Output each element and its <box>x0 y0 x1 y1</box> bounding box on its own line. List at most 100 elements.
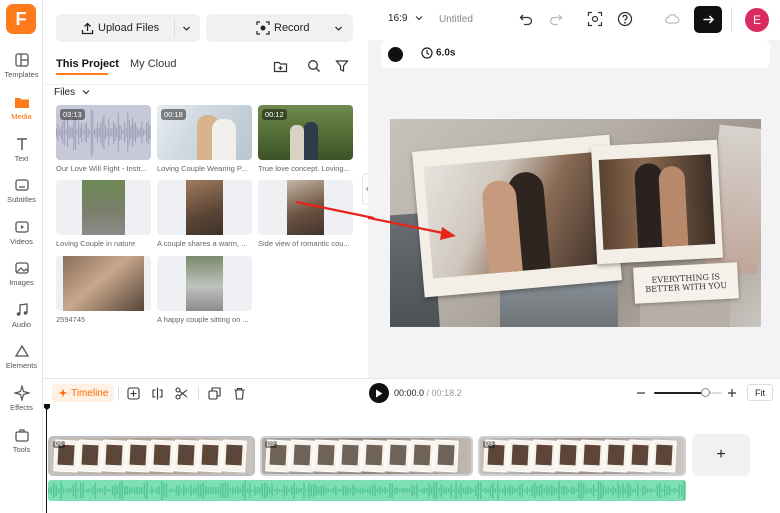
media-caption: 2594745 <box>56 315 86 324</box>
files-label: Files <box>54 87 76 98</box>
clip-frame <box>337 439 363 473</box>
rail-label: Text <box>14 154 29 163</box>
clip-frame <box>603 439 629 473</box>
search-button[interactable] <box>302 54 326 78</box>
timeline-tab[interactable]: Timeline <box>52 384 115 402</box>
rail-item-text[interactable]: Text <box>0 136 43 163</box>
clip-frame <box>221 439 247 473</box>
split-icon[interactable] <box>151 387 164 400</box>
clip-frame <box>409 439 435 473</box>
rail-item-media[interactable]: Media <box>0 94 43 121</box>
files-folder-toggle[interactable]: Files <box>54 87 90 98</box>
undo-icon[interactable] <box>519 12 533 26</box>
zoom-slider-handle[interactable] <box>700 388 710 397</box>
annotation-arrow-tail <box>295 200 374 220</box>
clip-frame <box>627 439 653 473</box>
zoom-out-icon[interactable] <box>635 387 647 399</box>
clip-frame <box>125 439 151 473</box>
rail-label: Images <box>9 278 34 287</box>
timeline-clip[interactable]: 03 <box>478 436 686 476</box>
media-thumbnail-video[interactable]: 00:12 <box>258 105 353 160</box>
timeline-tab-label: Timeline <box>71 387 109 399</box>
add-track-icon[interactable] <box>127 387 140 400</box>
chevron-down-icon[interactable] <box>182 24 191 33</box>
arrow-right-icon <box>703 15 714 24</box>
duration-badge: 03:13 <box>60 109 85 120</box>
rail-item-tools[interactable]: Tools <box>0 427 43 454</box>
tab-this-project[interactable]: This Project <box>56 58 119 70</box>
duration-badge: 00:18 <box>161 109 186 120</box>
templates-icon <box>14 53 29 67</box>
cloud-icon[interactable] <box>664 12 680 26</box>
chevron-down-icon[interactable] <box>334 24 343 33</box>
record-icon <box>256 21 270 35</box>
duplicate-icon[interactable] <box>208 387 221 400</box>
timeline-clip[interactable]: 01 <box>48 436 255 476</box>
zoom-slider-fill <box>654 392 705 394</box>
timeline-clip[interactable]: 02 <box>260 436 473 476</box>
app-logo[interactable]: F <box>6 4 36 34</box>
media-caption: True love concept. Loving... <box>258 164 350 173</box>
playhead-line <box>46 409 47 513</box>
rail-item-videos[interactable]: Videos <box>0 219 43 246</box>
clip-frame <box>77 439 103 473</box>
tools-icon <box>14 429 29 442</box>
media-thumbnail-video[interactable]: 00:18 <box>157 105 252 160</box>
export-button[interactable] <box>694 6 722 33</box>
media-caption: Loving Couple Wearing P... <box>157 164 248 173</box>
delete-icon[interactable] <box>233 387 246 400</box>
images-icon <box>14 262 29 274</box>
aspect-ratio-select[interactable]: 16:9 <box>388 13 423 24</box>
subtitles-icon <box>14 179 29 191</box>
upload-icon <box>81 22 94 34</box>
audio-track[interactable] <box>48 480 686 501</box>
fit-button[interactable]: Fit <box>747 384 773 401</box>
rail-item-elements[interactable]: Elements <box>0 343 43 370</box>
help-icon[interactable] <box>617 11 633 27</box>
scissors-icon[interactable] <box>175 387 188 400</box>
rail-label: Tools <box>12 445 31 454</box>
tab-my-cloud[interactable]: My Cloud <box>130 58 176 70</box>
upload-files-button[interactable]: Upload Files <box>56 14 200 42</box>
rail-item-images[interactable]: Images <box>0 260 43 287</box>
media-caption: Side view of romantic cou... <box>258 239 350 248</box>
clip-frame <box>149 439 175 473</box>
rail-item-subtitles[interactable]: Subtitles <box>0 177 43 204</box>
project-title[interactable]: Untitled <box>439 14 473 25</box>
timecode: 00:00.0 / 00:18.2 <box>394 388 462 398</box>
media-thumbnail-image[interactable] <box>56 180 151 235</box>
audio-icon <box>16 303 28 316</box>
top-bar: 16:9 Untitled E <box>368 0 780 40</box>
media-thumbnail-image[interactable] <box>56 256 151 311</box>
rail-label: Videos <box>10 237 33 246</box>
zoom-in-icon[interactable] <box>726 387 738 399</box>
media-caption: Loving Couple in nature <box>56 239 136 248</box>
rail-label: Elements <box>5 361 38 370</box>
rail-item-audio[interactable]: Audio <box>0 302 43 329</box>
clip-frame <box>385 439 411 473</box>
filter-button[interactable] <box>330 54 354 78</box>
media-thumbnail-audio[interactable]: 03:13 <box>56 105 151 160</box>
rail-item-effects[interactable]: Effects <box>0 385 43 412</box>
clip-frame <box>101 439 127 473</box>
clip-frame <box>173 439 199 473</box>
new-folder-button[interactable] <box>268 54 292 78</box>
effects-icon <box>13 385 30 401</box>
duration-badge: 00:12 <box>262 109 287 120</box>
playhead-handle[interactable] <box>44 404 50 410</box>
add-clip-button[interactable]: + <box>692 434 750 476</box>
record-button[interactable]: Record <box>206 14 353 42</box>
zoom-slider[interactable] <box>654 388 722 397</box>
left-rail: F Templates Media Text Subtitles Videos … <box>0 0 43 512</box>
clip-frame <box>579 439 605 473</box>
rail-label: Media <box>11 112 32 121</box>
screen-record-icon[interactable] <box>587 11 603 27</box>
media-thumbnail-image[interactable] <box>157 180 252 235</box>
redo-icon[interactable] <box>549 12 563 26</box>
audio-track-waveform <box>48 480 685 501</box>
rail-item-templates[interactable]: Templates <box>0 52 43 79</box>
active-tab-indicator <box>56 73 108 75</box>
media-thumbnail-image[interactable] <box>157 256 252 311</box>
user-avatar[interactable]: E <box>745 8 769 32</box>
play-button[interactable] <box>369 383 389 403</box>
